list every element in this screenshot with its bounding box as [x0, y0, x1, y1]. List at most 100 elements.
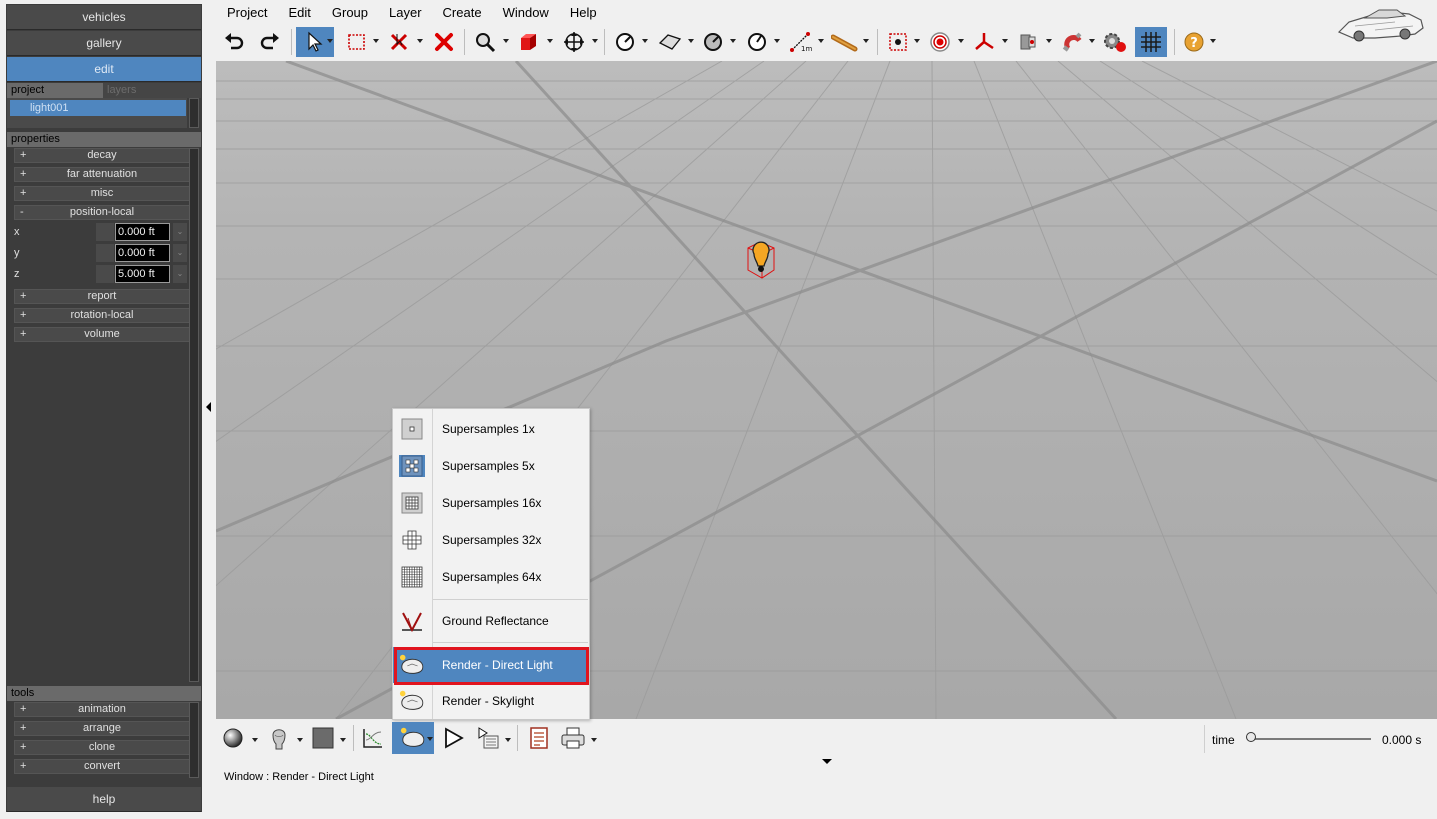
zoom-icon[interactable]: [470, 27, 500, 57]
keyframe-well[interactable]: [96, 223, 114, 241]
chevron-down-icon[interactable]: [818, 39, 824, 43]
position-x-field[interactable]: 0.000 ft: [115, 223, 170, 241]
chevron-down-icon[interactable]: [1210, 39, 1216, 43]
chevron-down-icon[interactable]: [327, 39, 333, 43]
chevron-down-icon[interactable]: [427, 737, 433, 741]
head-model-icon[interactable]: [264, 722, 294, 754]
chevron-down-icon[interactable]: [503, 39, 509, 43]
menu-item-ground-reflectance[interactable]: Ground Reflectance: [393, 603, 589, 639]
move-icon[interactable]: [559, 27, 589, 57]
position-y-field[interactable]: 0.000 ft: [115, 244, 170, 262]
menu-item-supersamples-5x[interactable]: Supersamples 5x: [393, 448, 589, 484]
group-rotation-local[interactable]: + rotation-local: [14, 308, 190, 323]
chevron-down-icon[interactable]: [547, 39, 553, 43]
tools-scrollbar[interactable]: [189, 702, 199, 778]
chevron-down-icon[interactable]: [1089, 39, 1095, 43]
menu-item-supersamples-16x[interactable]: Supersamples 16x: [393, 485, 589, 521]
project-item-light001[interactable]: light001: [10, 100, 186, 116]
chevron-down-icon[interactable]: [505, 738, 511, 742]
menu-layer[interactable]: Layer: [378, 4, 432, 22]
group-convert[interactable]: + convert: [14, 759, 190, 774]
chevron-down-icon[interactable]: [688, 39, 694, 43]
delete-selection-icon[interactable]: [384, 27, 414, 57]
help-icon[interactable]: ?: [1179, 27, 1209, 57]
menu-item-render-skylight[interactable]: Render - Skylight: [393, 683, 589, 719]
chevron-down-icon[interactable]: [340, 738, 346, 742]
undo-icon[interactable]: [219, 27, 249, 57]
position-z-field[interactable]: 5.000 ft: [115, 265, 170, 283]
menu-item-supersamples-64x[interactable]: Supersamples 64x: [393, 559, 589, 595]
group-clone[interactable]: + clone: [14, 740, 190, 755]
chevron-down-icon[interactable]: [373, 39, 379, 43]
create-box-icon[interactable]: [514, 27, 544, 57]
keyframe-well[interactable]: [96, 244, 114, 262]
background-color-icon[interactable]: [308, 722, 338, 754]
menu-window[interactable]: Window: [492, 4, 559, 22]
clip-icon[interactable]: [1013, 27, 1043, 57]
settings-icon[interactable]: [1100, 27, 1130, 57]
tab-project[interactable]: project: [7, 83, 103, 98]
magnet-icon[interactable]: [1057, 27, 1087, 57]
snap-point-icon[interactable]: [883, 27, 913, 57]
nav-edit-button[interactable]: edit: [7, 57, 201, 82]
chevron-down-icon[interactable]: [863, 39, 869, 43]
dimension-icon[interactable]: [610, 27, 640, 57]
chevron-down-icon[interactable]: [642, 39, 648, 43]
menu-edit[interactable]: Edit: [277, 4, 320, 22]
render-settings-icon[interactable]: [474, 722, 504, 754]
chevron-down-icon[interactable]: [1002, 39, 1008, 43]
menu-create[interactable]: Create: [432, 4, 492, 22]
delete-icon[interactable]: [429, 27, 459, 57]
render-teapot-icon[interactable]: [392, 722, 434, 754]
chevron-down-icon[interactable]: [417, 39, 423, 43]
redo-icon[interactable]: [255, 27, 285, 57]
chevron-down-icon[interactable]: [591, 738, 597, 742]
tab-layers[interactable]: layers: [103, 83, 201, 98]
surface-icon[interactable]: [655, 27, 685, 57]
select-arrow-icon[interactable]: [296, 27, 334, 57]
position-z-spinner[interactable]: ⌄: [173, 265, 187, 283]
chevron-down-icon[interactable]: [730, 39, 736, 43]
nav-gallery-button[interactable]: gallery: [7, 31, 201, 56]
properties-scrollbar[interactable]: [189, 148, 199, 682]
menu-item-supersamples-1x[interactable]: Supersamples 1x: [393, 411, 589, 447]
time-slider-track[interactable]: [1251, 738, 1371, 740]
report-icon[interactable]: [524, 722, 554, 754]
axes-icon[interactable]: [969, 27, 999, 57]
region-select-icon[interactable]: [342, 27, 372, 57]
collapse-left-panel-icon[interactable]: [206, 402, 211, 412]
play-icon[interactable]: [438, 722, 468, 754]
curve-editor-icon[interactable]: [358, 722, 388, 754]
light-bulb-object[interactable]: [744, 240, 778, 283]
group-animation[interactable]: + animation: [14, 702, 190, 717]
radius-icon[interactable]: [742, 27, 772, 57]
material-sphere-icon[interactable]: [218, 722, 248, 754]
angle-icon[interactable]: [698, 27, 728, 57]
chevron-down-icon[interactable]: [1046, 39, 1052, 43]
nav-vehicles-button[interactable]: vehicles: [7, 5, 201, 30]
chevron-down-icon[interactable]: [297, 738, 303, 742]
ruler-icon[interactable]: [830, 27, 860, 57]
chevron-down-icon[interactable]: [592, 39, 598, 43]
grid-icon[interactable]: [1135, 27, 1167, 57]
group-misc[interactable]: + misc: [14, 186, 190, 201]
chevron-down-icon[interactable]: [774, 39, 780, 43]
menu-item-supersamples-32x[interactable]: Supersamples 32x: [393, 522, 589, 558]
measure-1m-icon[interactable]: 1m: [786, 27, 816, 57]
menu-help[interactable]: Help: [559, 4, 607, 22]
project-scrollbar[interactable]: [189, 98, 199, 128]
group-volume[interactable]: + volume: [14, 327, 190, 342]
menu-group[interactable]: Group: [321, 4, 378, 22]
group-far-attenuation[interactable]: + far attenuation: [14, 167, 190, 182]
print-icon[interactable]: [558, 722, 588, 754]
menu-project[interactable]: Project: [216, 4, 277, 22]
keyframe-well[interactable]: [96, 265, 114, 283]
position-y-spinner[interactable]: ⌄: [173, 244, 187, 262]
chevron-down-icon[interactable]: [914, 39, 920, 43]
time-slider-handle[interactable]: [1246, 732, 1256, 742]
position-x-spinner[interactable]: ⌄: [173, 223, 187, 241]
group-arrange[interactable]: + arrange: [14, 721, 190, 736]
group-position-local[interactable]: - position-local: [14, 205, 190, 220]
chevron-down-icon[interactable]: [252, 738, 258, 742]
nav-help-button[interactable]: help: [7, 787, 201, 812]
